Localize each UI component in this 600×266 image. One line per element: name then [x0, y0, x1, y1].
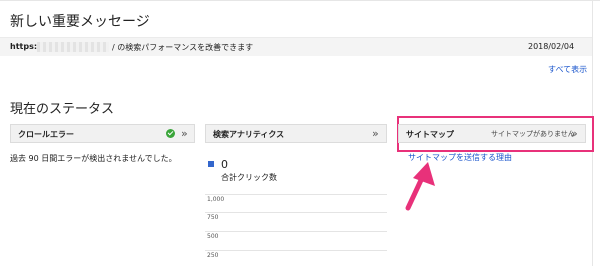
chevron-right-icon[interactable]: »	[181, 127, 188, 140]
y-tick-label: 250	[207, 252, 219, 259]
chart-gridline	[205, 212, 387, 213]
check-circle-icon	[166, 129, 175, 138]
search-analytics-card-header[interactable]: 検索アナリティクス »	[205, 124, 387, 143]
chart-gridline	[205, 194, 387, 195]
message-date: 2018/02/04	[528, 42, 575, 51]
redacted-domain	[37, 42, 109, 52]
search-analytics-title: 検索アナリティクス	[213, 130, 285, 139]
annotation-arrow-icon	[405, 162, 435, 211]
see-all-link[interactable]: すべて表示	[548, 64, 587, 75]
series-legend-square	[208, 161, 214, 167]
message-text[interactable]: / の検索パフォーマンスを改善できます	[112, 42, 253, 53]
messages-title: 新しい重要メッセージ	[10, 14, 150, 30]
total-clicks-value: 0	[221, 158, 228, 171]
sitemap-title: サイトマップ	[406, 130, 454, 139]
y-tick-label: 500	[207, 233, 219, 240]
chevron-right-icon[interactable]: »	[372, 127, 379, 140]
status-title: 現在のステータス	[10, 102, 115, 117]
chart-gridline	[205, 231, 387, 232]
crawl-errors-note: 過去 90 日間エラーが検出されませんでした。	[10, 154, 177, 163]
sitemap-status: サイトマップがありません	[491, 130, 575, 138]
top-divider	[0, 0, 600, 1]
crawl-errors-card-header[interactable]: クロールエラー »	[10, 124, 195, 143]
total-clicks-label: 合計クリック数	[221, 173, 277, 182]
y-tick-label: 1,000	[207, 196, 225, 203]
y-tick-label: 750	[207, 214, 219, 221]
chart-gridline	[205, 250, 387, 251]
chevron-right-icon[interactable]: »	[571, 127, 578, 140]
sitemap-card-header[interactable]: サイトマップ サイトマップがありません »	[398, 124, 586, 143]
crawl-errors-title: クロールエラー	[18, 130, 74, 139]
